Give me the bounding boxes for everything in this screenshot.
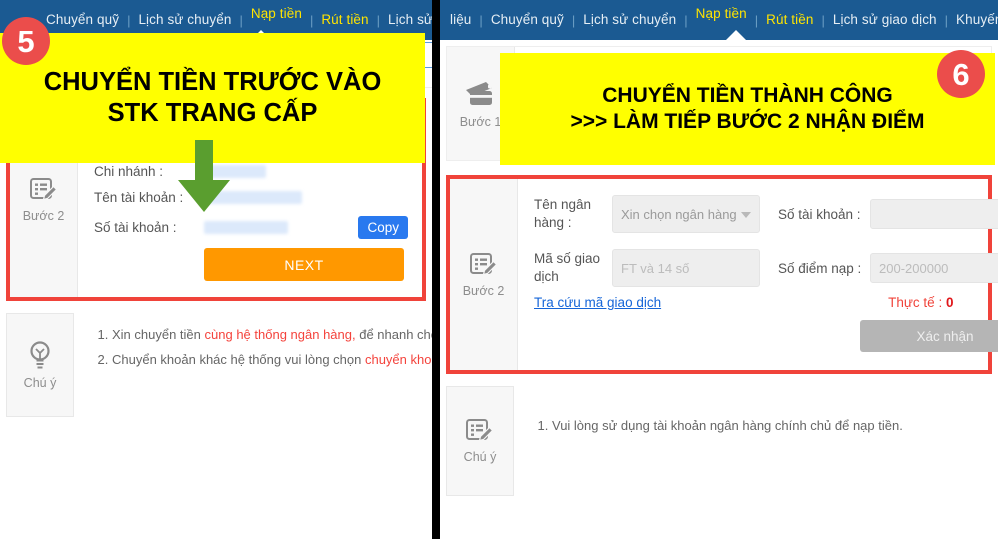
left-branch-row: Chi nhánh : xyxy=(94,164,408,179)
lookup-txn-link[interactable]: Tra cứu mã giao dịch xyxy=(534,295,661,310)
nav-item-lieu[interactable]: liệu xyxy=(440,0,479,40)
right-bank-row: Tên ngân hàng : Xin chọn ngân hàng Số tà… xyxy=(534,195,998,233)
left-notes-list: Xin chuyển tiền cùng hệ thống ngân hàng,… xyxy=(90,323,432,372)
bank-select-value: Xin chọn ngân hàng xyxy=(621,206,737,222)
note-text-highlight: chuyển khoản xyxy=(364,352,432,368)
confirm-button[interactable]: Xác nhận xyxy=(860,320,998,352)
chevron-down-icon xyxy=(741,212,751,218)
list-item: Xin chuyển tiền cùng hệ thống ngân hàng,… xyxy=(112,323,432,347)
right-step2-caption: Bước 2 xyxy=(462,283,505,298)
left-accountname-row: Tên tài khoản : xyxy=(94,190,408,205)
left-accountnumber-value xyxy=(204,221,288,234)
left-next-row: NEXT xyxy=(94,248,408,281)
left-notes-caption: Chú ý xyxy=(23,376,57,391)
right-screenshot-panel: liệu | Chuyển quỹ | Lịch sử chuyển | Nạp… xyxy=(440,0,998,539)
right-banner-line1: CHUYỂN TIỀN THÀNH CÔNG xyxy=(602,83,893,107)
right-step2-highlight-box: Bước 2 Tên ngân hàng : Xin chọn ngân hàn… xyxy=(446,175,998,374)
nav-item-rut-tien[interactable]: Rút tiền xyxy=(758,0,821,40)
left-banner-line2: STK TRANG CẤP xyxy=(107,99,318,127)
right-step2-badge: Bước 2 xyxy=(450,179,518,370)
nav-item-nap-tien[interactable]: Nạp tiền xyxy=(243,6,310,21)
right-notes-body: Vui lòng sử dụng tài khoản ngân hàng chí… xyxy=(514,386,992,496)
actual-amount-label: Thực tế : 0 xyxy=(888,295,953,310)
right-step2-body: Tên ngân hàng : Xin chọn ngân hàng Số tà… xyxy=(518,179,998,370)
right-step2-section: Bước 2 Tên ngân hàng : Xin chọn ngân hàn… xyxy=(450,179,998,370)
right-bank-label: Tên ngân hàng : xyxy=(534,197,592,230)
right-txn-label: Mã số giao dịch xyxy=(534,251,601,284)
left-notes-section: Chú ý Xin chuyển tiền cùng hệ thống ngân… xyxy=(6,313,432,417)
left-green-arrow-icon xyxy=(178,140,230,212)
right-txn-row: Mã số giao dịch FT và 14 số Số điểm nạp … xyxy=(534,249,998,287)
left-accountnumber-label: Số tài khoản : xyxy=(94,220,177,235)
step-badge-6: 6 xyxy=(937,50,985,98)
wallet-card-icon xyxy=(464,79,498,112)
nav-item-lich-su-chuyen[interactable]: Lịch sử chuyển xyxy=(575,0,684,40)
left-step2-caption: Bước 2 xyxy=(22,208,65,223)
points-input[interactable]: 200-200000 xyxy=(870,253,998,283)
right-points-label: Số điểm nạp : xyxy=(778,260,862,276)
right-notes-caption: Chú ý xyxy=(463,450,497,465)
right-notes-section: Chú ý Vui lòng sử dụng tài khoản ngân hà… xyxy=(446,386,992,496)
left-notes-badge: Chú ý xyxy=(6,313,74,417)
note-text-plain: Vui lòng sử dụng tài khoản ngân hàng chí… xyxy=(552,418,903,433)
form-edit-icon xyxy=(465,418,495,447)
right-notes-badge: Chú ý xyxy=(446,386,514,496)
left-screenshot-panel: Chuyển quỹ | Lịch sử chuyển | Nạp tiền |… xyxy=(0,0,432,539)
next-button[interactable]: NEXT xyxy=(204,248,404,281)
txn-code-input[interactable]: FT và 14 số xyxy=(612,249,760,287)
screenshot-root: Chuyển quỹ | Lịch sử chuyển | Nạp tiền |… xyxy=(0,0,998,539)
nav-active-caret-icon xyxy=(725,30,747,40)
account-number-input[interactable] xyxy=(870,199,998,229)
note-text-plain: Chuyển khoản khác hệ thống vui lòng chọn xyxy=(112,352,365,368)
note-text-plain: Xin chuyển tiền xyxy=(112,327,205,342)
copy-button[interactable]: Copy xyxy=(358,216,408,239)
lightbulb-icon xyxy=(27,340,53,373)
nav-item-khuyen-mai[interactable]: Khuyến mãi xyxy=(948,0,998,40)
right-annotation-banner: CHUYỂN TIỀN THÀNH CÔNG >>> LÀM TIẾP BƯỚC… xyxy=(500,53,995,165)
list-item: Vui lòng sử dụng tài khoản ngân hàng chí… xyxy=(552,414,990,438)
left-notes-body: Xin chuyển tiền cùng hệ thống ngân hàng,… xyxy=(74,313,432,417)
nav-item-chuyen-quy[interactable]: Chuyển quỹ xyxy=(483,0,572,40)
left-accountnumber-row: Số tài khoản : Copy xyxy=(94,216,408,239)
panel-divider xyxy=(432,0,440,539)
form-edit-icon xyxy=(469,252,499,281)
actual-amount-value: 0 xyxy=(945,295,954,310)
nav-item-lich-su-giao-dich[interactable]: Lịch sử giao dịch xyxy=(825,0,945,40)
actual-label-text: Thực tế : xyxy=(888,295,943,310)
step-badge-5: 5 xyxy=(2,17,50,65)
right-banner-line2: >>> LÀM TIẾP BƯỚC 2 NHẬN ĐIỂM xyxy=(570,110,925,133)
form-edit-icon xyxy=(29,177,59,206)
note-text-highlight: cùng hệ thống ngân hàng, xyxy=(204,327,356,342)
right-navbar: liệu | Chuyển quỹ | Lịch sử chuyển | Nạp… xyxy=(440,0,998,40)
right-confirm-row: Xác nhận xyxy=(534,320,998,352)
txn-code-placeholder: FT và 14 số xyxy=(621,260,690,276)
right-notes-list: Vui lòng sử dụng tài khoản ngân hàng chí… xyxy=(530,414,990,438)
bank-select[interactable]: Xin chọn ngân hàng xyxy=(612,195,760,233)
right-account-label: Số tài khoản : xyxy=(778,206,861,222)
list-item: Chuyển khoản khác hệ thống vui lòng chọn… xyxy=(112,348,432,372)
note-text-plain: để nhanh chón khoản. xyxy=(359,327,432,342)
nav-item-nap-tien[interactable]: Nạp tiền xyxy=(688,6,755,21)
right-step1-caption: Bước 1 xyxy=(459,114,502,129)
points-placeholder: 200-200000 xyxy=(879,260,949,276)
right-lookup-row: Tra cứu mã giao dịch Thực tế : 0 VNĐ xyxy=(534,295,998,310)
left-banner-line1: CHUYỂN TIỀN TRƯỚC VÀO xyxy=(43,68,382,97)
